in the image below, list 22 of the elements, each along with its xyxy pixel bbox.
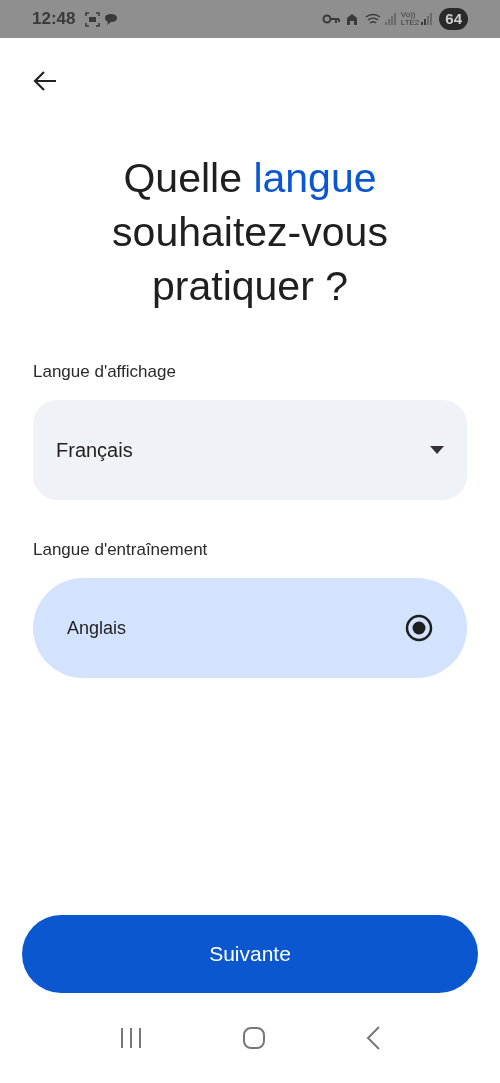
next-button[interactable]: Suivante <box>22 915 478 993</box>
signal-icon <box>384 13 397 25</box>
chat-icon <box>104 12 119 26</box>
key-icon <box>321 14 340 24</box>
signal-icon <box>421 13 434 25</box>
field-label: Langue d'affichage <box>33 361 177 383</box>
home-button-icon[interactable] <box>242 1026 266 1050</box>
radio-icon <box>405 614 433 642</box>
language-option[interactable]: Anglais <box>33 578 467 678</box>
screenshot-icon <box>85 11 101 27</box>
network-label: Vo)) <box>400 11 416 19</box>
status-time: 12:48 <box>32 8 76 31</box>
home-icon <box>345 13 358 25</box>
recent-apps-icon[interactable] <box>119 1027 144 1049</box>
language-dropdown[interactable]: Français <box>33 399 467 500</box>
wifi-icon <box>364 12 383 26</box>
dropdown-caret-icon <box>430 445 444 454</box>
network-label: LTE2 <box>400 19 420 27</box>
battery-level: 64 <box>439 8 468 30</box>
field-label: Langue d'entraînement <box>33 538 209 561</box>
page-title: Quelle langue souhaitez-vous pratiquer ? <box>111 154 389 311</box>
back-nav-icon[interactable] <box>364 1026 381 1050</box>
